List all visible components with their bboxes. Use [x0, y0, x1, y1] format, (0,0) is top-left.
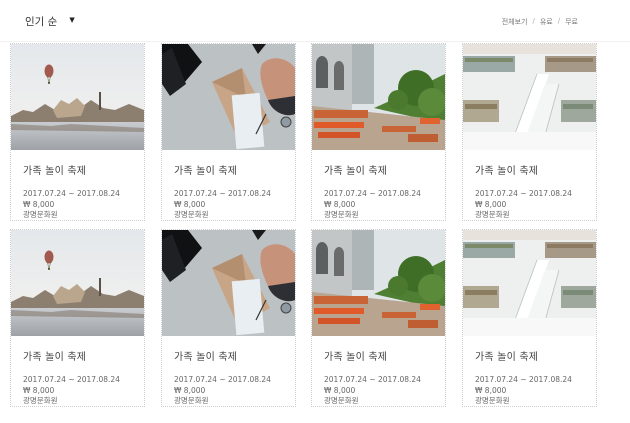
- event-venue: 광명문화원: [475, 396, 510, 405]
- event-title[interactable]: 가족 놀이 축제: [475, 348, 572, 363]
- event-venue: 광명문화원: [324, 210, 359, 219]
- event-image-balloon-lake[interactable]: [11, 230, 144, 336]
- event-dates: 2017.07.24 ~ 2017.08.24: [174, 375, 271, 384]
- event-info: 가족 놀이 축제 2017.07.24 ~ 2017.08.24 ₩ 8,000 광명…: [475, 348, 572, 406]
- event-venue: 광명문화원: [174, 396, 209, 405]
- filter-paid-link[interactable]: 유료: [540, 17, 553, 27]
- event-title[interactable]: 가족 놀이 축제: [475, 162, 572, 177]
- event-price: ₩ 8,000: [23, 199, 55, 209]
- event-venue: 광명문화원: [324, 396, 359, 405]
- filter-nav: 전체보기 / 유료 / 무료: [502, 17, 578, 27]
- event-venue: 광명문화원: [23, 210, 58, 219]
- event-image-street-cafe[interactable]: [312, 44, 445, 150]
- event-venue: 광명문화원: [23, 396, 58, 405]
- event-info: 가족 놀이 축제 2017.07.24 ~ 2017.08.24 ₩ 8,000 광명…: [475, 162, 572, 220]
- event-image-desk-envelope[interactable]: [162, 230, 295, 336]
- event-title[interactable]: 가족 놀이 축제: [174, 162, 271, 177]
- event-dates: 2017.07.24 ~ 2017.08.24: [475, 189, 572, 198]
- event-title[interactable]: 가족 놀이 축제: [174, 348, 271, 363]
- event-title[interactable]: 가족 놀이 축제: [324, 348, 421, 363]
- event-info: 가족 놀이 축제 2017.07.24 ~ 2017.08.24 ₩ 8,000 광명…: [23, 162, 120, 220]
- event-dates: 2017.07.24 ~ 2017.08.24: [324, 189, 421, 198]
- toolbar: 인기 순 ▼ 전체보기 / 유료 / 무료: [0, 0, 630, 42]
- event-price: ₩ 8,000: [324, 199, 356, 209]
- separator: /: [557, 17, 561, 25]
- event-image-balloon-lake[interactable]: [11, 44, 144, 150]
- event-info: 가족 놀이 축제 2017.07.24 ~ 2017.08.24 ₩ 8,000 광명…: [23, 348, 120, 406]
- event-dates: 2017.07.24 ~ 2017.08.24: [475, 375, 572, 384]
- separator: /: [532, 17, 535, 25]
- event-info: 가족 놀이 축제 2017.07.24 ~ 2017.08.24 ₩ 8,000 광명…: [324, 348, 421, 406]
- event-price: ₩ 8,000: [475, 385, 507, 395]
- event-image-library-stairs[interactable]: [463, 230, 596, 336]
- event-card[interactable]: 가족 놀이 축제 2017.07.24 ~ 2017.08.24 ₩ 8,000 광명…: [311, 229, 446, 407]
- event-image-street-cafe[interactable]: [312, 230, 445, 336]
- sort-dropdown[interactable]: 인기 순 ▼: [25, 14, 75, 29]
- event-price: ₩ 8,000: [174, 199, 206, 209]
- caret-down-icon: ▼: [69, 15, 75, 24]
- event-venue: 광명문화원: [475, 210, 510, 219]
- event-image-library-stairs[interactable]: [463, 44, 596, 150]
- event-image-desk-envelope[interactable]: [162, 44, 295, 150]
- event-card[interactable]: 가족 놀이 축제 2017.07.24 ~ 2017.08.24 ₩ 8,000 광명…: [462, 43, 597, 221]
- event-info: 가족 놀이 축제 2017.07.24 ~ 2017.08.24 ₩ 8,000 광명…: [324, 162, 421, 220]
- sort-label: 인기 순: [25, 16, 58, 28]
- event-venue: 광명문화원: [174, 210, 209, 219]
- event-info: 가족 놀이 축제 2017.07.24 ~ 2017.08.24 ₩ 8,000 광명…: [174, 162, 271, 220]
- event-dates: 2017.07.24 ~ 2017.08.24: [174, 189, 271, 198]
- event-price: ₩ 8,000: [174, 385, 206, 395]
- event-price: ₩ 8,000: [475, 199, 507, 209]
- event-price: ₩ 8,000: [324, 385, 356, 395]
- event-title[interactable]: 가족 놀이 축제: [324, 162, 421, 177]
- event-card[interactable]: 가족 놀이 축제 2017.07.24 ~ 2017.08.24 ₩ 8,000 광명…: [161, 229, 296, 407]
- event-card[interactable]: 가족 놀이 축제 2017.07.24 ~ 2017.08.24 ₩ 8,000 광명…: [311, 43, 446, 221]
- filter-free-link[interactable]: 무료: [565, 17, 578, 27]
- event-dates: 2017.07.24 ~ 2017.08.24: [324, 375, 421, 384]
- event-info: 가족 놀이 축제 2017.07.24 ~ 2017.08.24 ₩ 8,000 광명…: [174, 348, 271, 406]
- event-card[interactable]: 가족 놀이 축제 2017.07.24 ~ 2017.08.24 ₩ 8,000 광명…: [10, 43, 145, 221]
- event-card[interactable]: 가족 놀이 축제 2017.07.24 ~ 2017.08.24 ₩ 8,000 광명…: [462, 229, 597, 407]
- filter-all-link[interactable]: 전체보기: [502, 17, 528, 27]
- event-title[interactable]: 가족 놀이 축제: [23, 162, 120, 177]
- event-dates: 2017.07.24 ~ 2017.08.24: [23, 375, 120, 384]
- event-dates: 2017.07.24 ~ 2017.08.24: [23, 189, 120, 198]
- event-card[interactable]: 가족 놀이 축제 2017.07.24 ~ 2017.08.24 ₩ 8,000 광명…: [161, 43, 296, 221]
- event-title[interactable]: 가족 놀이 축제: [23, 348, 120, 363]
- event-card[interactable]: 가족 놀이 축제 2017.07.24 ~ 2017.08.24 ₩ 8,000 광명…: [10, 229, 145, 407]
- event-price: ₩ 8,000: [23, 385, 55, 395]
